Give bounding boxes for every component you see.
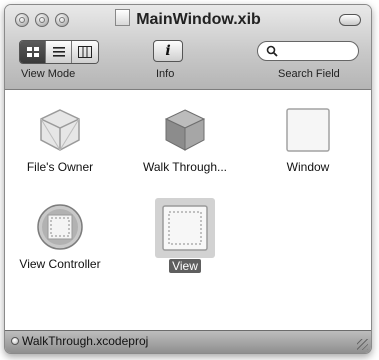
icon-view-button[interactable] [20,41,46,63]
project-name: WalkThrough.xcodeproj [22,334,149,348]
object-view-controller[interactable]: View Controller [5,203,115,273]
object-files-owner[interactable]: File's Owner [5,106,115,176]
cube-solid-icon [161,106,209,154]
resize-grip-icon[interactable] [357,339,368,350]
objects-icon-view: File's Owner Walk Through... Window View… [5,90,371,331]
view-mode-label: View Mode [21,68,76,80]
object-label: View [169,259,201,273]
object-window[interactable]: Window [253,106,363,176]
search-field[interactable] [257,41,359,61]
object-walk-through[interactable]: Walk Through... [130,106,240,176]
list-lines-icon [52,47,65,57]
info-label: Info [156,68,175,80]
window-title-area: MainWindow.xib [5,9,371,29]
magnifier-icon [266,45,278,57]
object-label: Walk Through... [142,160,228,174]
column-view-button[interactable] [72,41,98,63]
view-icon [155,198,215,258]
toolbar-toggle-button[interactable] [339,14,361,26]
list-view-button[interactable] [46,41,72,63]
info-icon: i [165,43,171,59]
window-title: MainWindow.xib [136,11,261,28]
project-status-icon [11,337,19,345]
view-mode-segmented-control [19,40,99,64]
object-label: Window [286,160,330,174]
object-label: File's Owner [26,160,94,174]
object-view[interactable]: View [130,198,240,275]
columns-icon [78,46,92,58]
xib-document-window: MainWindow.xib i View Mode Info Search F… [4,4,372,354]
status-bar: WalkThrough.xcodeproj [5,330,371,353]
xib-file-icon [115,9,131,26]
cube-outline-icon [36,106,84,154]
window-icon [284,106,332,154]
icon-grid-icon [26,47,39,57]
info-button[interactable]: i [153,40,183,62]
search-field-label: Search Field [278,68,340,80]
view-controller-icon [36,203,84,251]
title-bar: MainWindow.xib i View Mode Info Search F… [5,5,371,90]
object-label: View Controller [19,257,101,271]
